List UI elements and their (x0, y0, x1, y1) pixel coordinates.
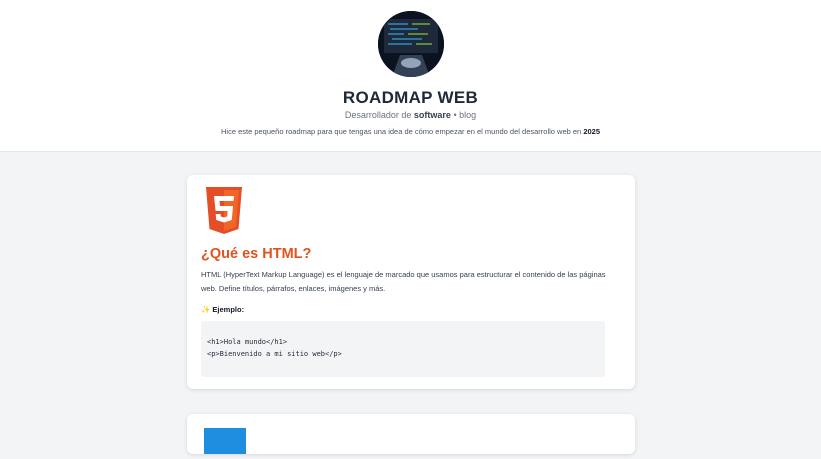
code-line: <p>Bienvenido a mi sitio web</p> (207, 350, 342, 358)
page-subtitle: Desarrollador de software • blog (344, 110, 477, 120)
intro-text: Hice este pequeño roadmap para que tenga… (220, 127, 601, 136)
card-description: HTML (HyperText Markup Language) es el l… (201, 270, 606, 293)
html5-icon (203, 187, 245, 235)
code-block: <h1>Hola mundo</h1> <p>Bienvenido a mi s… (201, 321, 605, 377)
html-card: ¿Qué es HTML? HTML (HyperText Markup Lan… (187, 175, 635, 389)
css3-icon (204, 428, 246, 454)
example-label: ✨ Ejemplo: (201, 305, 245, 314)
code-line: <h1>Hola mundo</h1> (207, 338, 288, 346)
page-header: ROADMAP WEB Desarrollador de software • … (0, 0, 821, 152)
page-title: ROADMAP WEB (342, 88, 479, 107)
avatar (378, 11, 444, 77)
card-title: ¿Qué es HTML? (201, 246, 312, 262)
css-card (187, 414, 635, 454)
